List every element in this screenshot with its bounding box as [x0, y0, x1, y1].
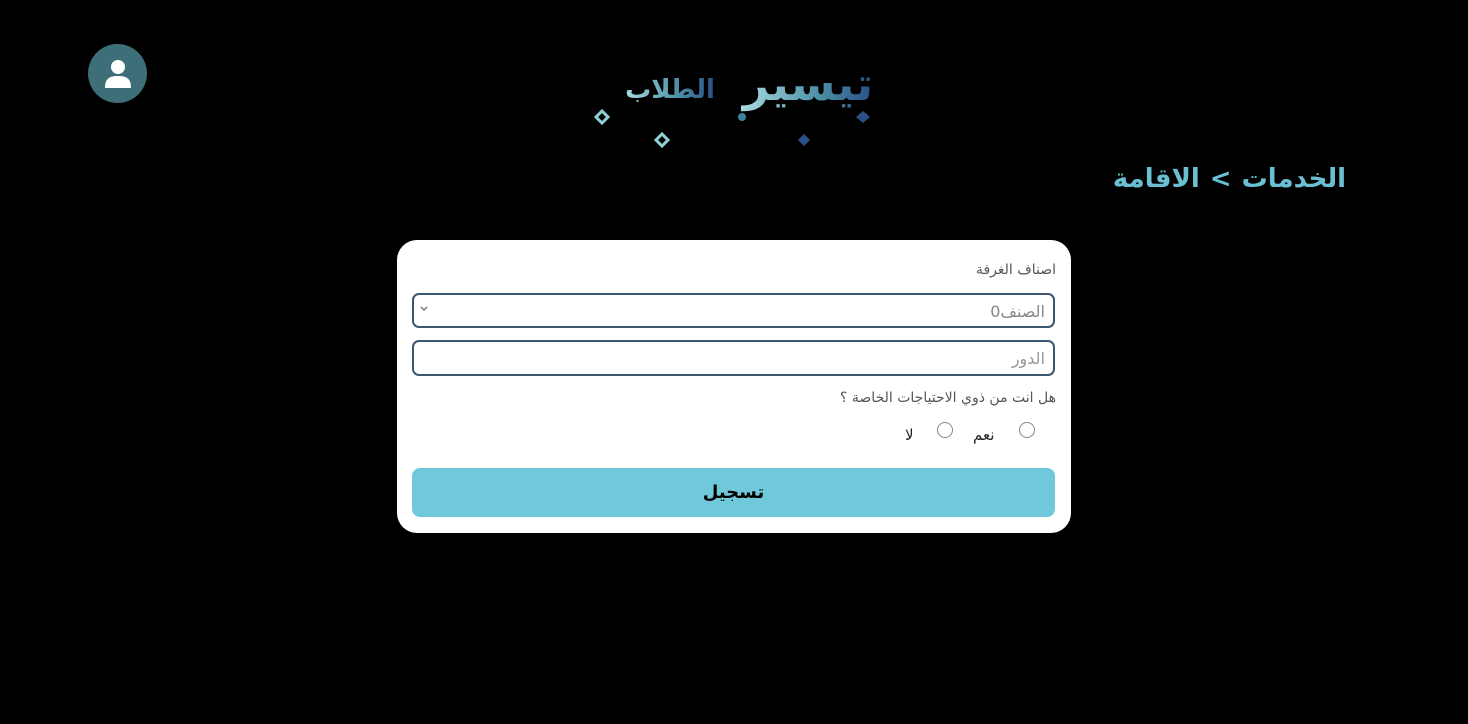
room-type-select[interactable]: الصنف0 [412, 293, 1055, 328]
room-type-label: اصناف الغرفة [975, 262, 1056, 278]
register-button[interactable]: تسجيل [412, 468, 1055, 517]
room-type-selected-value: الصنف0 [990, 302, 1045, 321]
breadcrumb: الخدمات > الاقامة [1113, 164, 1346, 194]
breadcrumb-separator: > [1209, 164, 1232, 194]
breadcrumb-services-link[interactable]: الخدمات [1242, 164, 1346, 194]
breadcrumb-current: الاقامة [1112, 164, 1200, 194]
user-icon [104, 59, 131, 88]
special-needs-no-radio[interactable] [937, 422, 953, 438]
special-needs-question: هل انت من ذوي الاحتياجات الخاصة ؟ [840, 390, 1056, 406]
chevron-down-icon [420, 306, 428, 312]
special-needs-no-label[interactable]: لا [905, 426, 914, 444]
logo-graphic: تيسير الطلاب [593, 57, 873, 149]
special-needs-yes-label[interactable]: نعم [973, 426, 994, 444]
housing-form-card: اصناف الغرفة الصنف0 هل انت من ذوي الاحتي… [397, 240, 1071, 533]
logo-text: تيسير [741, 57, 873, 111]
special-needs-yes-radio[interactable] [1019, 422, 1035, 438]
page: تيسير الطلاب الخدمات > الاقامة اصناف الغرف… [0, 0, 1468, 724]
svg-text:الطلاب: الطلاب [625, 75, 715, 105]
profile-avatar-button[interactable] [88, 44, 147, 103]
floor-input[interactable] [412, 340, 1055, 376]
logo: تيسير الطلاب [590, 46, 880, 154]
